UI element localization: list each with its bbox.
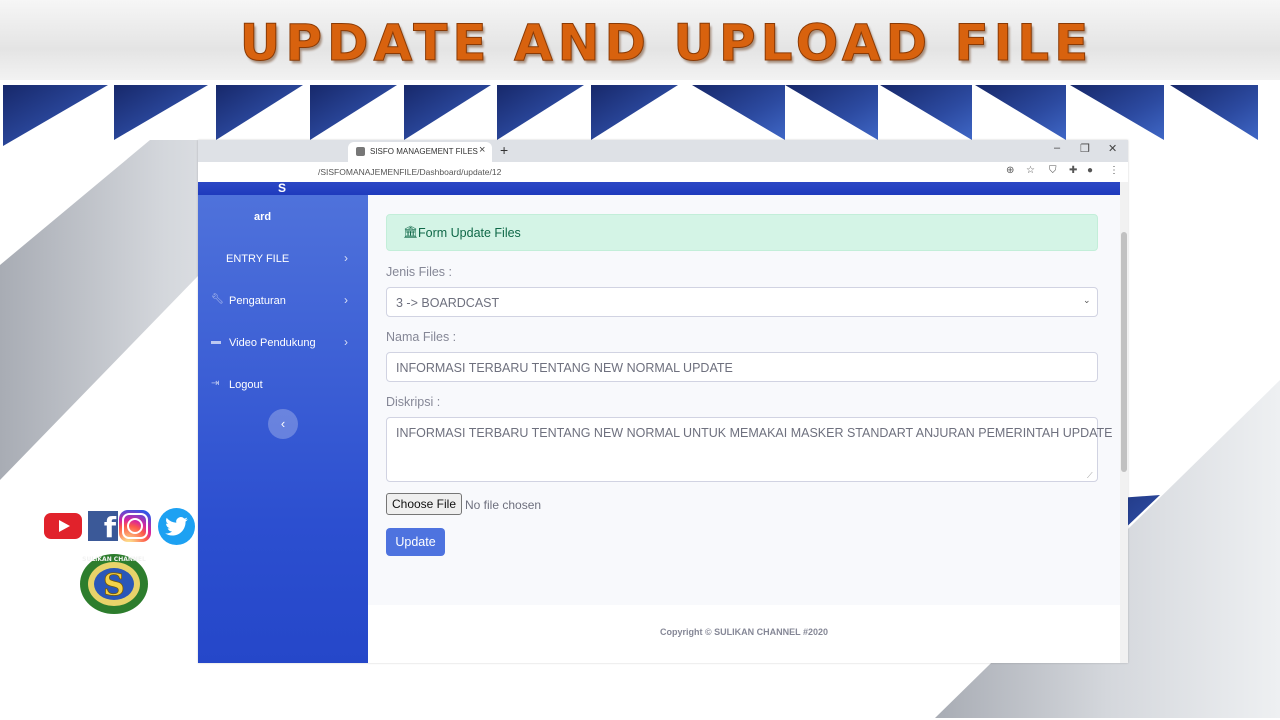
channel-logo: S SULIKAN CHANNEL: [80, 554, 148, 614]
wrench-icon: 🔧︎: [211, 294, 224, 305]
pennant: [404, 85, 491, 140]
bookmark-star-icon[interactable]: ☆: [1026, 165, 1035, 176]
pennant: [1170, 85, 1258, 140]
scrollbar[interactable]: [1120, 182, 1128, 663]
sidebar-item-label: Logout: [229, 379, 263, 391]
chevron-down-icon: ⌄: [1083, 295, 1091, 305]
footer: Copyright © SULIKAN CHANNEL #2020: [368, 605, 1120, 663]
diskripsi-textarea[interactable]: INFORMASI TERBARU TENTANG NEW NORMAL UNT…: [386, 417, 1113, 482]
social-icons: f: [44, 508, 196, 548]
twitter-icon: [158, 508, 195, 545]
sidebar-item-label: Pengaturan: [229, 295, 286, 307]
tab-sisfo[interactable]: SISFO MANAGEMENT FILES ×: [348, 142, 492, 162]
youtube-icon: [44, 513, 82, 539]
close-tab-icon[interactable]: ×: [479, 144, 485, 156]
sidebar: S ard ENTRY FILE › 🔧︎ Pengaturan › ▬ Vid…: [198, 181, 368, 663]
zoom-icon[interactable]: ⊕: [1006, 165, 1014, 176]
folder-icon: ▬: [211, 336, 221, 347]
pennant: [785, 85, 878, 140]
sidebar-brand: S: [278, 181, 287, 195]
browser-window: SISFO MANAGEMENT FILES × + – ❐ ✕ /SISFOM…: [198, 140, 1128, 663]
pennant: [975, 85, 1066, 140]
diskripsi-value: INFORMASI TERBARU TENTANG NEW NORMAL UNT…: [396, 426, 1113, 440]
form-title: Form Update Files: [418, 226, 521, 240]
nama-files-label: Nama Files :: [386, 330, 457, 344]
choose-file-button[interactable]: Choose File: [386, 493, 462, 515]
sidebar-item-video-pendukung[interactable]: ▬ Video Pendukung ›: [198, 332, 368, 356]
video-title: UPDATE AND UPLOAD FILE: [239, 14, 1094, 73]
video-banner: UPDATE AND UPLOAD FILE: [0, 0, 1280, 82]
window-close-icon[interactable]: ✕: [1108, 142, 1117, 155]
form-header-alert: 🏛︎ Form Update Files: [386, 214, 1098, 251]
pennant: [497, 85, 584, 140]
nama-files-value: INFORMASI TERBARU TENTANG NEW NORMAL UPD…: [396, 361, 733, 375]
url-text[interactable]: /SISFOMANAJEMENFILE/Dashboard/update/12: [318, 167, 501, 177]
sidebar-item-label: Video Pendukung: [229, 337, 316, 349]
update-button[interactable]: Update: [386, 528, 445, 556]
extensions-puzzle-icon[interactable]: ✚: [1069, 165, 1077, 176]
pennant: [880, 85, 972, 140]
logo-text: SULIKAN CHANNEL: [82, 556, 146, 563]
pennant: [114, 85, 208, 140]
instagram-icon: [119, 510, 151, 542]
pennant: [692, 85, 785, 140]
sidebar-item-pengaturan[interactable]: 🔧︎ Pengaturan ›: [198, 290, 368, 314]
scrollbar-thumb[interactable]: [1121, 232, 1127, 472]
tab-bar: SISFO MANAGEMENT FILES × + – ❐ ✕: [198, 140, 1128, 162]
sidebar-item-label: ard: [254, 211, 272, 223]
jenis-files-select[interactable]: 3 -> BOARDCAST ⌄: [386, 287, 1098, 317]
chevron-right-icon: ›: [344, 335, 348, 349]
sidebar-item-dashboard[interactable]: ard: [198, 206, 368, 230]
nama-files-input[interactable]: INFORMASI TERBARU TENTANG NEW NORMAL UPD…: [386, 352, 1098, 382]
jenis-files-label: Jenis Files :: [386, 265, 452, 279]
chevron-right-icon: ›: [344, 251, 348, 265]
minimize-icon[interactable]: –: [1054, 142, 1060, 154]
restore-icon[interactable]: ❐: [1080, 142, 1090, 155]
favicon-icon: [356, 147, 365, 156]
sidebar-toggle-button[interactable]: ‹: [268, 409, 298, 439]
pennant: [3, 85, 108, 146]
pennant: [310, 85, 397, 140]
sidebar-item-entry-file[interactable]: ENTRY FILE ›: [198, 248, 368, 272]
top-navbar-edge: [198, 182, 1120, 195]
facebook-icon: f: [88, 511, 118, 541]
kebab-menu-icon[interactable]: ⋮: [1109, 165, 1119, 176]
jenis-files-value: 3 -> BOARDCAST: [396, 296, 500, 310]
shield-extension-icon[interactable]: ⛉: [1049, 165, 1057, 176]
pennant-row: [3, 85, 1258, 146]
main-content: 🏛︎ Form Update Files Jenis Files : 3 -> …: [368, 195, 1120, 663]
copyright-text: Copyright © SULIKAN CHANNEL #2020: [660, 627, 828, 637]
resize-handle-icon[interactable]: ⟋: [1087, 471, 1093, 481]
address-bar[interactable]: /SISFOMANAJEMENFILE/Dashboard/update/12 …: [198, 162, 1128, 183]
pennant: [1070, 85, 1164, 140]
new-tab-icon[interactable]: +: [500, 142, 508, 158]
profile-avatar-icon[interactable]: ●: [1087, 165, 1093, 176]
pennant: [591, 85, 678, 140]
logout-icon: ⇥: [211, 378, 220, 389]
pennant: [216, 85, 303, 140]
tab-title: SISFO MANAGEMENT FILES: [370, 147, 478, 156]
chevron-right-icon: ›: [344, 293, 348, 307]
update-form-card: 🏛︎ Form Update Files Jenis Files : 3 -> …: [368, 195, 1120, 605]
sidebar-item-logout[interactable]: ⇥ Logout: [198, 374, 368, 398]
diskripsi-label: Diskripsi :: [386, 395, 441, 409]
logo-letter: S: [103, 568, 125, 603]
file-status-text: No file chosen: [465, 498, 542, 512]
sidebar-item-label: ENTRY FILE: [226, 253, 290, 265]
bank-icon: 🏛︎: [403, 225, 419, 239]
